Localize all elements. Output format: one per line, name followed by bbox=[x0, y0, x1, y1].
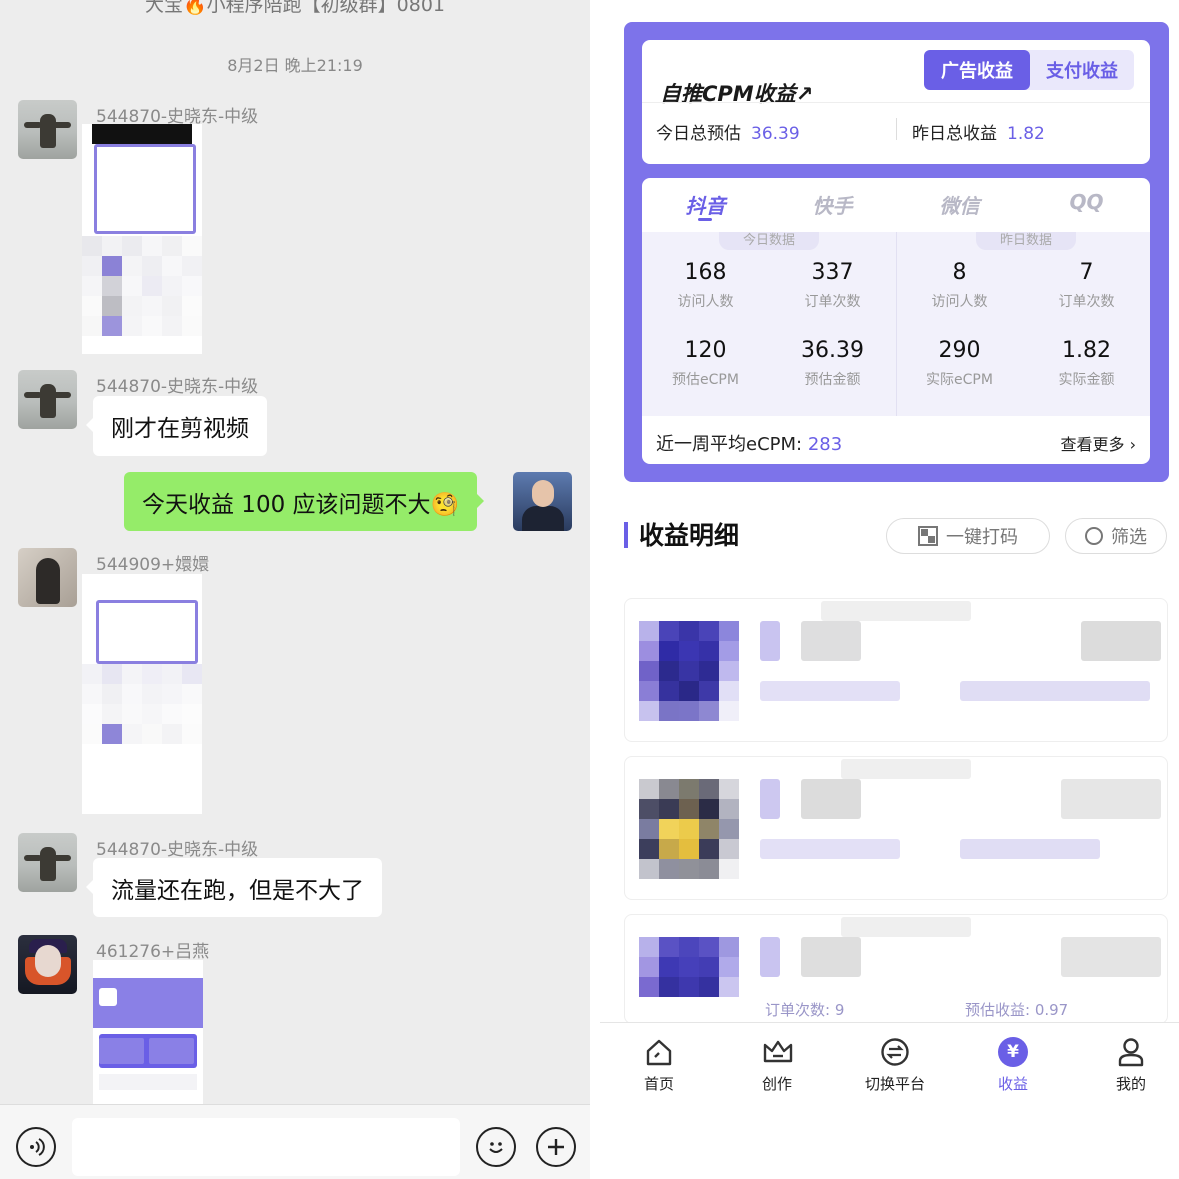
user-icon bbox=[1116, 1037, 1146, 1067]
yesterday-income-value: 1.82 bbox=[1007, 124, 1045, 144]
earnings-app: 自推CPM收益↗ 广告收益 支付收益 今日总预估 36.39 昨日总收益 1.82 … bbox=[590, 0, 1179, 1179]
cpm-title: 自推CPM收益↗ bbox=[660, 82, 814, 106]
income-detail-title: 收益明细 bbox=[639, 521, 740, 550]
record-orders: 订单次数: 9 bbox=[765, 1001, 845, 1019]
platform-tabs: 抖音 快手 微信 QQ bbox=[642, 178, 1150, 232]
chat-timestamp: 8月2日 晚上21:19 bbox=[227, 56, 363, 75]
income-record[interactable] bbox=[624, 756, 1168, 900]
nav-home[interactable]: 首页 bbox=[600, 1037, 718, 1094]
bottom-tab-bar: 首页 创作 切换平台 ¥ 收益 我的 bbox=[600, 1022, 1179, 1179]
text-message[interactable]: 流量还在跑，但是不大了 bbox=[86, 858, 382, 917]
sender-name: 544870-史晓东-中级 bbox=[96, 377, 259, 397]
yen-icon: ¥ bbox=[998, 1037, 1028, 1067]
voice-icon[interactable] bbox=[16, 1127, 56, 1167]
emoji-icon[interactable] bbox=[476, 1127, 516, 1167]
income-type-toggle: 广告收益 支付收益 bbox=[924, 50, 1134, 90]
nav-profile[interactable]: 我的 bbox=[1072, 1037, 1179, 1094]
today-estimate-value: 36.39 bbox=[751, 124, 800, 144]
my-text-message[interactable]: 今天收益 100 应该问题不大🧐 bbox=[124, 472, 485, 531]
yesterday-income-label: 昨日总收益 bbox=[912, 124, 997, 144]
nav-switch-platform[interactable]: 切换平台 bbox=[836, 1037, 954, 1094]
mask-button[interactable]: 一键打码 bbox=[886, 518, 1050, 554]
yesterday-income: 昨日总收益 1.82 bbox=[912, 119, 1045, 144]
pay-income-tab[interactable]: 支付收益 bbox=[1030, 50, 1134, 90]
stat-yesterday-orders: 7 订单次数 bbox=[1058, 260, 1115, 310]
section-accent bbox=[624, 522, 628, 548]
tab-kuaishou[interactable]: 快手 bbox=[769, 190, 896, 219]
image-message[interactable] bbox=[82, 574, 202, 814]
avatar[interactable] bbox=[18, 833, 77, 892]
crown-icon bbox=[762, 1037, 793, 1067]
stat-yesterday-ecpm: 290 实际eCPM bbox=[926, 338, 993, 388]
text-message[interactable]: 刚才在剪视频 bbox=[86, 396, 267, 456]
weekly-ecpm: 近一周平均eCPM: 283 bbox=[656, 434, 843, 455]
stats-grid: 今日数据 昨日数据 168 访问人数 337 订单次数 8 访问人数 7 订单次数 12… bbox=[642, 232, 1150, 416]
sender-name: 461276+吕燕 bbox=[96, 942, 210, 962]
avatar[interactable] bbox=[18, 370, 77, 429]
weekly-ecpm-row: 近一周平均eCPM: 283 查看更多 › bbox=[642, 416, 1150, 464]
nav-income[interactable]: ¥ 收益 bbox=[954, 1037, 1072, 1094]
stat-today-amount: 36.39 预估金额 bbox=[801, 338, 864, 388]
avatar[interactable] bbox=[18, 935, 77, 994]
filter-button[interactable]: 筛选 bbox=[1065, 518, 1167, 554]
image-message[interactable] bbox=[82, 124, 202, 354]
nav-create[interactable]: 创作 bbox=[718, 1037, 836, 1094]
image-message[interactable] bbox=[93, 960, 203, 1104]
tab-qq[interactable]: QQ bbox=[1023, 190, 1150, 214]
income-record[interactable]: 订单次数: 9 预估收益: 0.97 bbox=[624, 914, 1168, 1024]
stat-yesterday-visitors: 8 访问人数 bbox=[931, 260, 988, 310]
mosaic-icon bbox=[918, 526, 938, 546]
stat-today-visitors: 168 访问人数 bbox=[677, 260, 734, 310]
stat-today-ecpm: 120 预估eCPM bbox=[672, 338, 739, 388]
cpm-header-panel: 自推CPM收益↗ 广告收益 支付收益 今日总预估 36.39 昨日总收益 1.82 bbox=[642, 40, 1150, 164]
yesterday-section-label: 昨日数据 bbox=[976, 232, 1076, 250]
today-section-label: 今日数据 bbox=[719, 232, 819, 250]
avatar[interactable] bbox=[18, 100, 77, 159]
chat-panel: 大宝🔥小程序陪跑【初级群】0801 8月2日 晚上21:19 544870-史晓… bbox=[0, 0, 590, 1179]
sender-name: 544870-史晓东-中级 bbox=[96, 840, 259, 860]
today-estimate: 今日总预估 36.39 bbox=[656, 119, 800, 144]
active-tab-indicator bbox=[698, 218, 712, 221]
tab-douyin[interactable]: 抖音 bbox=[642, 190, 769, 219]
ad-income-tab[interactable]: 广告收益 bbox=[924, 50, 1030, 90]
avatar[interactable] bbox=[18, 548, 77, 607]
income-record[interactable] bbox=[624, 598, 1168, 742]
my-avatar[interactable] bbox=[513, 472, 572, 531]
tab-wechat[interactable]: 微信 bbox=[896, 190, 1023, 219]
stat-today-orders: 337 订单次数 bbox=[804, 260, 861, 310]
stat-yesterday-amount: 1.82 实际金额 bbox=[1058, 338, 1115, 388]
message-input[interactable] bbox=[72, 1118, 460, 1176]
view-more-link[interactable]: 查看更多 › bbox=[1061, 431, 1137, 455]
search-icon bbox=[1085, 527, 1103, 545]
home-icon bbox=[644, 1037, 674, 1067]
platform-stats-panel: 抖音 快手 微信 QQ 今日数据 昨日数据 168 访问人数 337 订单次数 8访… bbox=[642, 178, 1150, 464]
summary-card: 自推CPM收益↗ 广告收益 支付收益 今日总预估 36.39 昨日总收益 1.82 … bbox=[624, 22, 1169, 482]
record-income: 预估收益: 0.97 bbox=[965, 1001, 1069, 1019]
sender-name: 544909+嬛嬛 bbox=[96, 555, 210, 575]
chat-title: 大宝🔥小程序陪跑【初级群】0801 bbox=[144, 0, 445, 16]
weekly-ecpm-value: 283 bbox=[807, 434, 843, 455]
chat-input-bar bbox=[0, 1104, 590, 1179]
screenshot-root: 大宝🔥小程序陪跑【初级群】0801 8月2日 晚上21:19 544870-史晓… bbox=[0, 0, 1179, 1179]
plus-icon[interactable] bbox=[536, 1127, 576, 1167]
switch-platform-icon bbox=[880, 1037, 910, 1067]
today-estimate-label: 今日总预估 bbox=[656, 124, 741, 144]
